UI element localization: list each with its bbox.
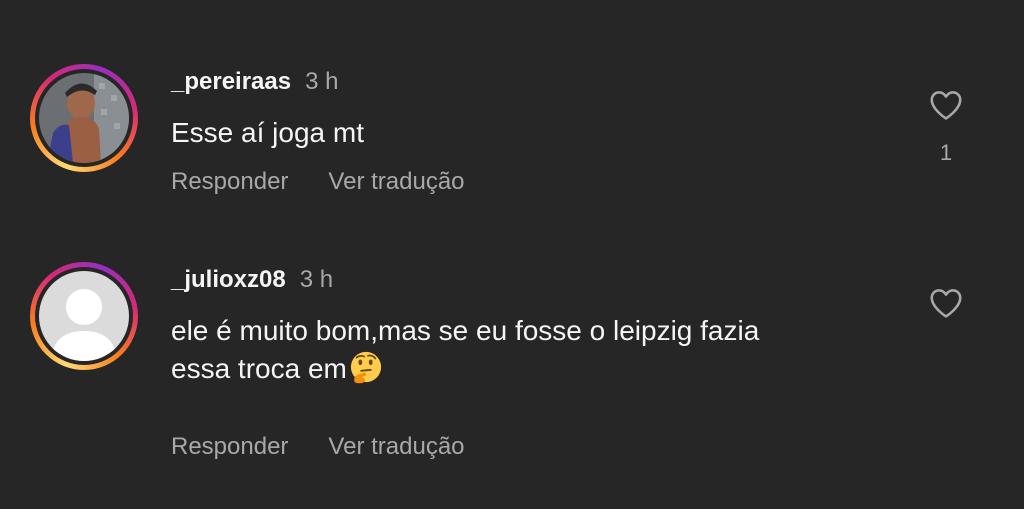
story-ring[interactable]: [30, 64, 138, 172]
avatar[interactable]: [39, 73, 129, 163]
comment-time: 3 h: [299, 266, 334, 293]
comment-text-line: ele é muito bom,mas se eu fosse o leipzi…: [171, 315, 760, 346]
avatar-gap: [35, 69, 133, 167]
comment-actions: Responder Ver tradução: [171, 433, 505, 461]
comment-username[interactable]: _pereiraas 3 h: [171, 68, 338, 96]
reply-button[interactable]: Responder: [171, 168, 288, 195]
translate-button[interactable]: Ver tradução: [328, 433, 464, 460]
comment-text: Esse aí joga mt: [171, 117, 364, 148]
comment-text: ele é muito bom,mas se eu fosse o leipzi…: [171, 312, 891, 388]
thinking-face-icon: [350, 351, 381, 384]
translate-button[interactable]: Ver tradução: [328, 168, 464, 195]
comment-text-segment: essa troca em: [171, 353, 347, 384]
username-text[interactable]: _pereiraas: [171, 68, 291, 95]
heart-icon[interactable]: [926, 284, 966, 322]
heart-icon[interactable]: [926, 86, 966, 124]
comment-text-line: essa troca em: [171, 350, 891, 388]
avatar-gap: [35, 267, 133, 365]
default-avatar[interactable]: [39, 271, 129, 361]
comment-actions: Responder Ver tradução: [171, 168, 505, 196]
comment-username[interactable]: _julioxz08 3 h: [171, 266, 333, 294]
reply-button[interactable]: Responder: [171, 433, 288, 460]
username-text[interactable]: _julioxz08: [171, 266, 286, 293]
comment-time: 3 h: [305, 68, 339, 95]
like-count: 1: [939, 140, 953, 165]
story-ring[interactable]: [30, 262, 138, 370]
